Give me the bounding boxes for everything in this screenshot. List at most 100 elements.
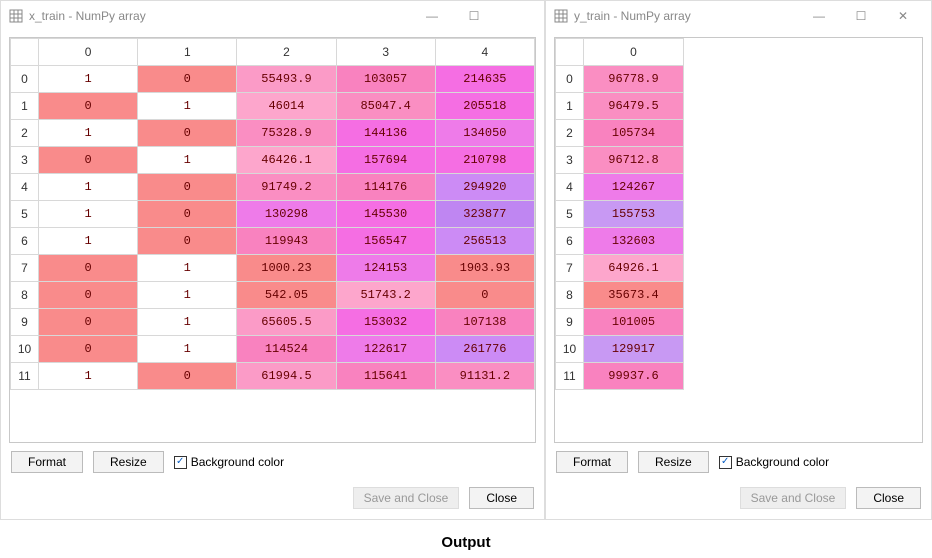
- cell[interactable]: 157694: [336, 147, 435, 174]
- col-header[interactable]: 0: [584, 39, 684, 66]
- cell[interactable]: 134050: [435, 120, 534, 147]
- cell[interactable]: 0: [435, 282, 534, 309]
- cell[interactable]: 0: [39, 336, 138, 363]
- cell[interactable]: 155753: [584, 201, 684, 228]
- cell[interactable]: 132603: [584, 228, 684, 255]
- cell[interactable]: 205518: [435, 93, 534, 120]
- cell[interactable]: 0: [138, 201, 237, 228]
- cell[interactable]: 1: [39, 120, 138, 147]
- row-header[interactable]: 8: [11, 282, 39, 309]
- cell[interactable]: 0: [138, 120, 237, 147]
- row-header[interactable]: 2: [11, 120, 39, 147]
- col-header[interactable]: 0: [39, 39, 138, 66]
- col-header[interactable]: 2: [237, 39, 336, 66]
- cell[interactable]: 1000.23: [237, 255, 336, 282]
- row-header[interactable]: 10: [556, 336, 584, 363]
- cell[interactable]: 101005: [584, 309, 684, 336]
- row-header[interactable]: 5: [11, 201, 39, 228]
- resize-button[interactable]: Resize: [638, 451, 709, 473]
- row-header[interactable]: 7: [11, 255, 39, 282]
- row-header[interactable]: 7: [556, 255, 584, 282]
- cell[interactable]: 114176: [336, 174, 435, 201]
- row-header[interactable]: 5: [556, 201, 584, 228]
- cell[interactable]: 0: [39, 255, 138, 282]
- cell[interactable]: 96712.8: [584, 147, 684, 174]
- cell[interactable]: 1: [138, 93, 237, 120]
- cell[interactable]: 1: [138, 336, 237, 363]
- cell[interactable]: 153032: [336, 309, 435, 336]
- cell[interactable]: 156547: [336, 228, 435, 255]
- row-header[interactable]: 6: [556, 228, 584, 255]
- bgcolor-checkbox[interactable]: ✓ Background color: [174, 455, 284, 469]
- cell[interactable]: 96479.5: [584, 93, 684, 120]
- cell[interactable]: 1: [138, 255, 237, 282]
- array-grid-scroll[interactable]: 0123401055493.91030572146351014601485047…: [9, 37, 536, 443]
- row-header[interactable]: 8: [556, 282, 584, 309]
- cell[interactable]: 91749.2: [237, 174, 336, 201]
- cell[interactable]: 130298: [237, 201, 336, 228]
- cell[interactable]: 64926.1: [584, 255, 684, 282]
- bgcolor-checkbox[interactable]: ✓ Background color: [719, 455, 829, 469]
- cell[interactable]: 107138: [435, 309, 534, 336]
- cell[interactable]: 0: [138, 174, 237, 201]
- cell[interactable]: 0: [39, 93, 138, 120]
- row-header[interactable]: 10: [11, 336, 39, 363]
- cell[interactable]: 103057: [336, 66, 435, 93]
- format-button[interactable]: Format: [556, 451, 628, 473]
- cell[interactable]: 119943: [237, 228, 336, 255]
- col-header[interactable]: 1: [138, 39, 237, 66]
- cell[interactable]: 256513: [435, 228, 534, 255]
- cell[interactable]: 1: [138, 147, 237, 174]
- cell[interactable]: 91131.2: [435, 363, 534, 390]
- cell[interactable]: 75328.9: [237, 120, 336, 147]
- cell[interactable]: 46014: [237, 93, 336, 120]
- cell[interactable]: 1: [39, 228, 138, 255]
- cell[interactable]: 542.05: [237, 282, 336, 309]
- cell[interactable]: 96778.9: [584, 66, 684, 93]
- format-button[interactable]: Format: [11, 451, 83, 473]
- row-header[interactable]: 4: [11, 174, 39, 201]
- cell[interactable]: 1: [138, 282, 237, 309]
- cell[interactable]: 0: [39, 147, 138, 174]
- cell[interactable]: 46426.1: [237, 147, 336, 174]
- row-header[interactable]: 2: [556, 120, 584, 147]
- cell[interactable]: 145530: [336, 201, 435, 228]
- cell[interactable]: 85047.4: [336, 93, 435, 120]
- row-header[interactable]: 3: [11, 147, 39, 174]
- minimize-button[interactable]: —: [412, 3, 452, 29]
- cell[interactable]: 55493.9: [237, 66, 336, 93]
- row-header[interactable]: 4: [556, 174, 584, 201]
- cell[interactable]: 0: [138, 363, 237, 390]
- close-icon[interactable]: ✕: [883, 3, 923, 29]
- cell[interactable]: 122617: [336, 336, 435, 363]
- row-header[interactable]: 3: [556, 147, 584, 174]
- cell[interactable]: 1: [39, 363, 138, 390]
- cell[interactable]: 144136: [336, 120, 435, 147]
- cell[interactable]: 105734: [584, 120, 684, 147]
- cell[interactable]: 129917: [584, 336, 684, 363]
- cell[interactable]: 124267: [584, 174, 684, 201]
- cell[interactable]: 115641: [336, 363, 435, 390]
- cell[interactable]: 1903.93: [435, 255, 534, 282]
- minimize-button[interactable]: —: [799, 3, 839, 29]
- row-header[interactable]: 1: [11, 93, 39, 120]
- cell[interactable]: 1: [138, 309, 237, 336]
- cell[interactable]: 1: [39, 201, 138, 228]
- row-header[interactable]: 11: [556, 363, 584, 390]
- cell[interactable]: 124153: [336, 255, 435, 282]
- row-header[interactable]: 1: [556, 93, 584, 120]
- cell[interactable]: 114524: [237, 336, 336, 363]
- row-header[interactable]: 0: [556, 66, 584, 93]
- cell[interactable]: 51743.2: [336, 282, 435, 309]
- cell[interactable]: 294920: [435, 174, 534, 201]
- cell[interactable]: 0: [39, 309, 138, 336]
- col-header[interactable]: 3: [336, 39, 435, 66]
- row-header[interactable]: 9: [556, 309, 584, 336]
- cell[interactable]: 1: [39, 66, 138, 93]
- cell[interactable]: 61994.5: [237, 363, 336, 390]
- cell[interactable]: 0: [39, 282, 138, 309]
- cell[interactable]: 261776: [435, 336, 534, 363]
- maximize-button[interactable]: ☐: [841, 3, 881, 29]
- maximize-button[interactable]: ☐: [454, 3, 494, 29]
- cell[interactable]: 35673.4: [584, 282, 684, 309]
